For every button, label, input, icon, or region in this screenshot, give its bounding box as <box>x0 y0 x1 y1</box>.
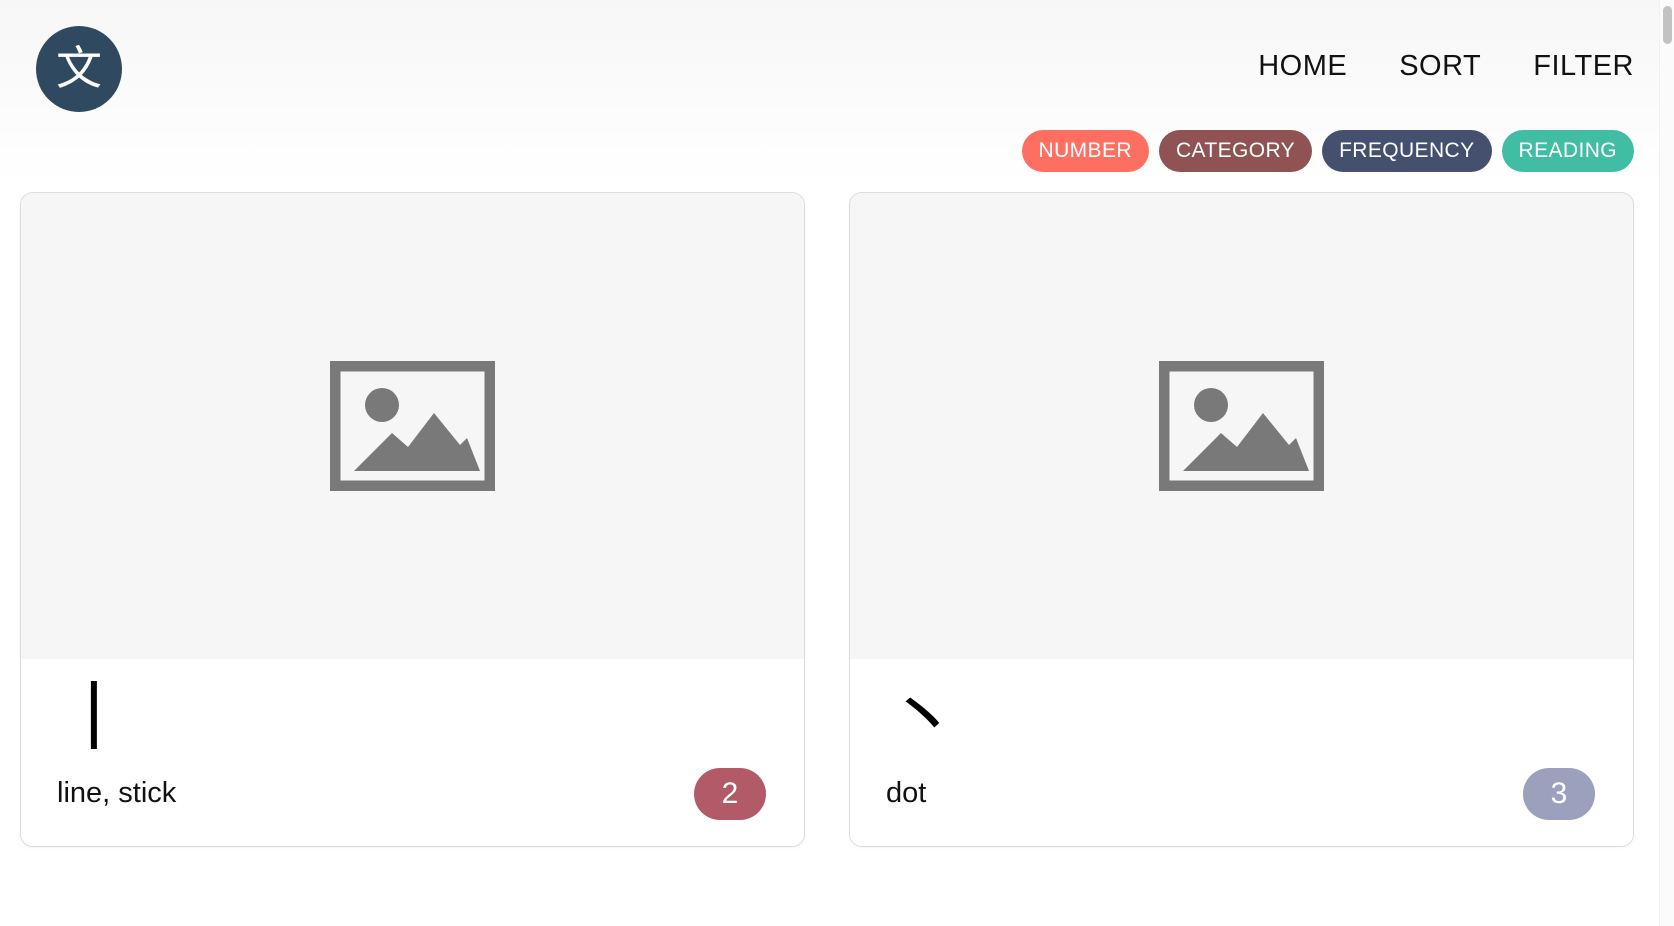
pill-frequency[interactable]: FREQUENCY <box>1322 130 1492 172</box>
radical-card-grid: 丨 line, stick 2 丶 dot 3 <box>20 192 1634 847</box>
app-root: 文 HOME SORT FILTER NUMBER CATEGORY FREQU… <box>0 0 1674 926</box>
radical-meaning: line, stick <box>57 777 177 809</box>
app-header: 文 HOME SORT FILTER NUMBER CATEGORY FREQU… <box>0 0 1674 185</box>
radical-card[interactable]: 丶 dot 3 <box>849 192 1634 847</box>
image-placeholder-icon <box>1159 361 1324 491</box>
stroke-count-badge: 3 <box>1523 768 1595 820</box>
nav-item-sort[interactable]: SORT <box>1399 50 1481 83</box>
stroke-count-badge: 2 <box>694 768 766 820</box>
radical-glyph: 丶 <box>886 675 960 761</box>
sort-option-pills: NUMBER CATEGORY FREQUENCY READING <box>1021 130 1634 172</box>
radical-card[interactable]: 丨 line, stick 2 <box>20 192 805 847</box>
pill-number[interactable]: NUMBER <box>1021 130 1149 172</box>
card-body: 丨 line, stick 2 <box>21 659 804 846</box>
nav-item-filter[interactable]: FILTER <box>1533 50 1634 83</box>
scrollbar-thumb[interactable] <box>1663 6 1672 44</box>
pill-category[interactable]: CATEGORY <box>1158 130 1313 172</box>
app-logo[interactable]: 文 <box>36 26 122 112</box>
nav-item-home[interactable]: HOME <box>1258 50 1347 83</box>
main-navigation: HOME SORT FILTER <box>1258 50 1634 83</box>
image-placeholder-icon <box>330 361 495 491</box>
card-body: 丶 dot 3 <box>850 659 1633 846</box>
card-image-area <box>850 193 1633 659</box>
radical-glyph: 丨 <box>57 675 131 761</box>
app-logo-kanji-icon: 文 <box>56 41 102 95</box>
card-image-area <box>21 193 804 659</box>
radical-meaning: dot <box>886 777 927 809</box>
page-scrollbar[interactable] <box>1659 0 1674 926</box>
pill-reading[interactable]: READING <box>1501 130 1634 172</box>
